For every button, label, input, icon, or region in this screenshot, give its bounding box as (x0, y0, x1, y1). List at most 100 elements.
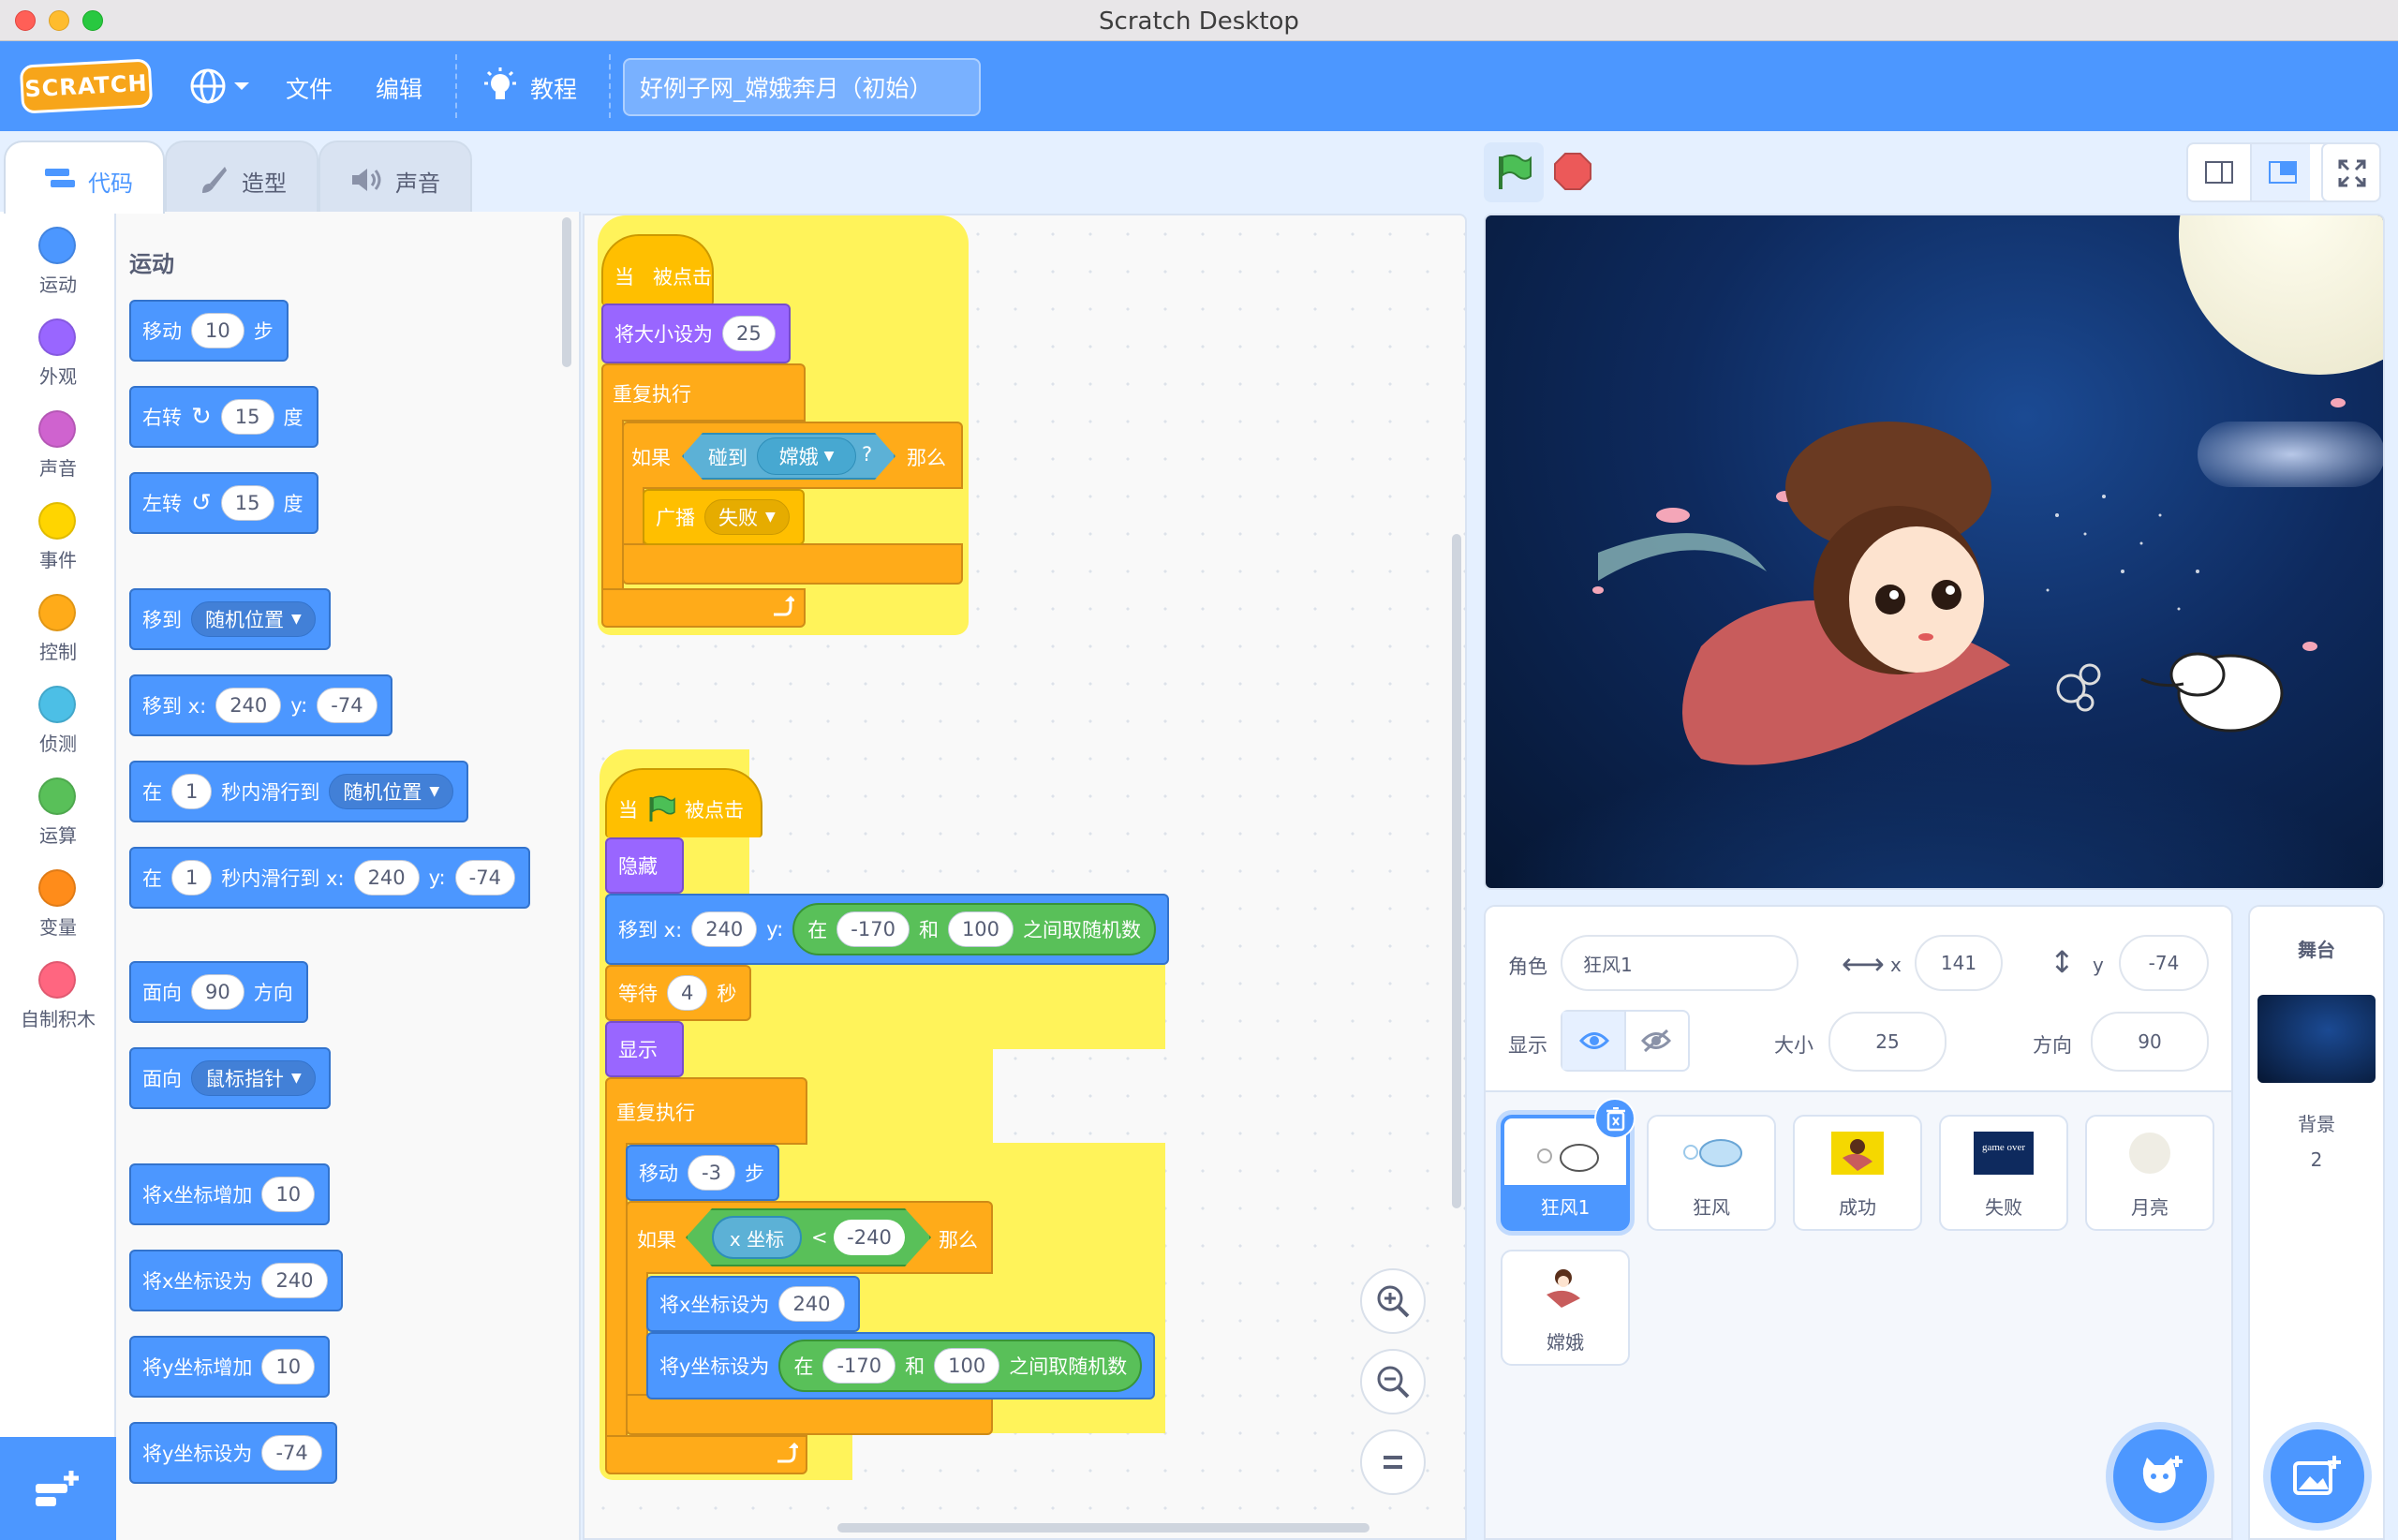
palette-scrollbar[interactable] (562, 217, 571, 367)
block-input[interactable]: 240 (215, 688, 282, 723)
stop-button[interactable] (1553, 152, 1592, 191)
language-menu[interactable] (187, 66, 253, 107)
zoom-reset-button[interactable] (1360, 1429, 1426, 1495)
sprite-tile[interactable]: 狂风 (1647, 1115, 1776, 1231)
backdrop-thumbnail[interactable] (2257, 995, 2376, 1083)
sprite-name-input[interactable]: 狂风1 (1561, 935, 1798, 991)
sprite-tile[interactable]: 嫦娥 (1501, 1250, 1630, 1366)
block-input[interactable]: 100 (947, 911, 1014, 947)
block-dropdown[interactable]: 鼠标指针 ▼ (191, 1060, 316, 1096)
block-goto[interactable]: 移到 随机位置 ▼ (129, 588, 331, 650)
block-input[interactable]: -3 (688, 1155, 735, 1191)
block-input[interactable]: 1 (171, 774, 213, 809)
block-dropdown[interactable]: 随机位置 ▼ (329, 774, 454, 809)
script-horizontal-scrollbar[interactable] (837, 1523, 1369, 1533)
block-set-x[interactable]: 将x坐标设为 240 (129, 1250, 343, 1311)
sprite-size-input[interactable]: 25 (1828, 1012, 1947, 1072)
category-6-dot[interactable] (38, 686, 76, 723)
show-sprite-button[interactable] (1562, 1012, 1626, 1070)
block-input[interactable]: -170 (822, 1348, 896, 1384)
category-label[interactable]: 事件 (0, 545, 116, 572)
project-title-input[interactable]: 好例子网_嫦娥奔月（初始） (623, 58, 981, 116)
fullscreen-button[interactable] (2321, 142, 2381, 202)
category-3-dot[interactable] (38, 410, 76, 448)
block-input[interactable]: 10 (261, 1349, 316, 1385)
block-change-y[interactable]: 将y坐标增加 10 (129, 1336, 331, 1398)
block-input[interactable]: 15 (220, 399, 274, 435)
block-input[interactable]: 240 (353, 860, 420, 896)
block-wait[interactable]: 等待 4 秒 (605, 965, 752, 1021)
block-input[interactable]: 4 (667, 975, 708, 1011)
sprite-y-input[interactable]: -74 (2119, 935, 2209, 991)
block-input[interactable]: 240 (261, 1263, 328, 1298)
extension-button[interactable] (0, 1437, 116, 1540)
category-8-dot[interactable] (38, 869, 76, 907)
delete-sprite-button[interactable] (1594, 1098, 1636, 1139)
block-input[interactable]: 100 (934, 1348, 1000, 1384)
sprite-x-input[interactable]: 141 (1915, 935, 2003, 991)
zoom-in-button[interactable] (1360, 1268, 1426, 1334)
category-2-dot[interactable] (38, 318, 76, 356)
sprite-tile[interactable]: 成功 (1793, 1115, 1922, 1231)
tab-code[interactable]: 代码 (4, 141, 165, 214)
x-position-reporter[interactable]: x 坐标 (712, 1216, 802, 1259)
block-dropdown[interactable]: 随机位置 ▼ (191, 601, 316, 637)
block-show[interactable]: 显示 (605, 1021, 684, 1077)
block-glide[interactable]: 在 1 秒内滑行到 随机位置 ▼ (129, 761, 469, 822)
block-set-y[interactable]: 将y坐标设为 -74 (129, 1422, 337, 1484)
block-input[interactable]: -170 (836, 911, 910, 947)
block-input[interactable]: -74 (454, 860, 515, 896)
green-flag-button[interactable] (1484, 142, 1544, 202)
touching-dropdown[interactable]: 嫦娥 ▼ (757, 437, 856, 475)
block-input[interactable]: 240 (691, 911, 758, 947)
category-5-dot[interactable] (38, 594, 76, 631)
edit-menu[interactable]: 编辑 (376, 71, 422, 105)
hat-when-flag-clicked[interactable]: 当被点击 (605, 768, 762, 837)
block-turn-right[interactable]: 右转 ↻ 15 度 (129, 386, 318, 448)
tab-costumes[interactable]: 造型 (165, 141, 318, 214)
block-input[interactable]: 90 (191, 974, 244, 1010)
category-9-dot[interactable] (38, 961, 76, 999)
category-label[interactable]: 自制积木 (0, 1004, 116, 1031)
block-point-towards[interactable]: 面向 鼠标指针 ▼ (129, 1047, 331, 1109)
block-input[interactable]: 25 (722, 316, 776, 351)
script-vertical-scrollbar[interactable] (1452, 534, 1461, 1208)
zoom-out-button[interactable] (1360, 1349, 1426, 1414)
block-input[interactable]: -74 (317, 688, 377, 723)
large-stage-button[interactable] (2250, 144, 2310, 200)
category-label[interactable]: 变量 (0, 912, 116, 940)
block-set-y-random[interactable]: 将y坐标设为在 -170 和 100 之间取随机数 (646, 1332, 1156, 1399)
block-point-direction[interactable]: 面向 90 方向 (129, 961, 308, 1023)
tutorial-menu[interactable]: 教程 (481, 67, 577, 109)
block-input[interactable]: -74 (261, 1435, 322, 1471)
add-backdrop-button[interactable] (2271, 1429, 2364, 1523)
pick-random-block[interactable]: 在 -170 和 100 之间取随机数 (792, 903, 1157, 955)
broadcast-dropdown[interactable]: 失败 ▼ (704, 499, 790, 535)
block-change-x[interactable]: 将x坐标增加 10 (129, 1163, 331, 1225)
block-input[interactable]: 240 (778, 1286, 845, 1322)
hide-sprite-button[interactable] (1626, 1012, 1688, 1070)
category-label[interactable]: 运算 (0, 821, 116, 848)
block-broadcast[interactable]: 广播 失败 ▼ (643, 489, 805, 545)
hat-when-flag-clicked[interactable]: 当被点击 (601, 234, 714, 305)
category-1-dot[interactable] (38, 227, 76, 264)
block-hide[interactable]: 隐藏 (605, 837, 684, 894)
sprite-tile[interactable]: 月亮 (2085, 1115, 2214, 1231)
file-menu[interactable]: 文件 (286, 71, 333, 105)
block-move-steps[interactable]: 移动 10 步 (129, 300, 289, 362)
sprite-direction-input[interactable]: 90 (2091, 1012, 2209, 1072)
block-goto-xy-random[interactable]: 移到 x: 240 y: 在 -170 和 100 之间取随机数 (605, 894, 1170, 965)
sprite-tile[interactable]: game over 失败 (1939, 1115, 2068, 1231)
block-input[interactable]: 10 (191, 313, 244, 348)
block-move-steps[interactable]: 移动 -3 步 (626, 1145, 779, 1201)
category-4-dot[interactable] (38, 502, 76, 540)
category-label[interactable]: 侦测 (0, 729, 116, 756)
block-turn-left[interactable]: 左转 ↺ 15 度 (129, 472, 318, 534)
compare-input[interactable]: -240 (834, 1220, 905, 1255)
stage-canvas[interactable] (1484, 214, 2385, 890)
block-set-x[interactable]: 将x坐标设为 240 (646, 1276, 860, 1332)
category-label[interactable]: 外观 (0, 362, 116, 389)
block-set-size[interactable]: 将大小设为 25 (601, 304, 791, 363)
block-input[interactable]: 10 (261, 1177, 316, 1212)
category-label[interactable]: 控制 (0, 637, 116, 664)
